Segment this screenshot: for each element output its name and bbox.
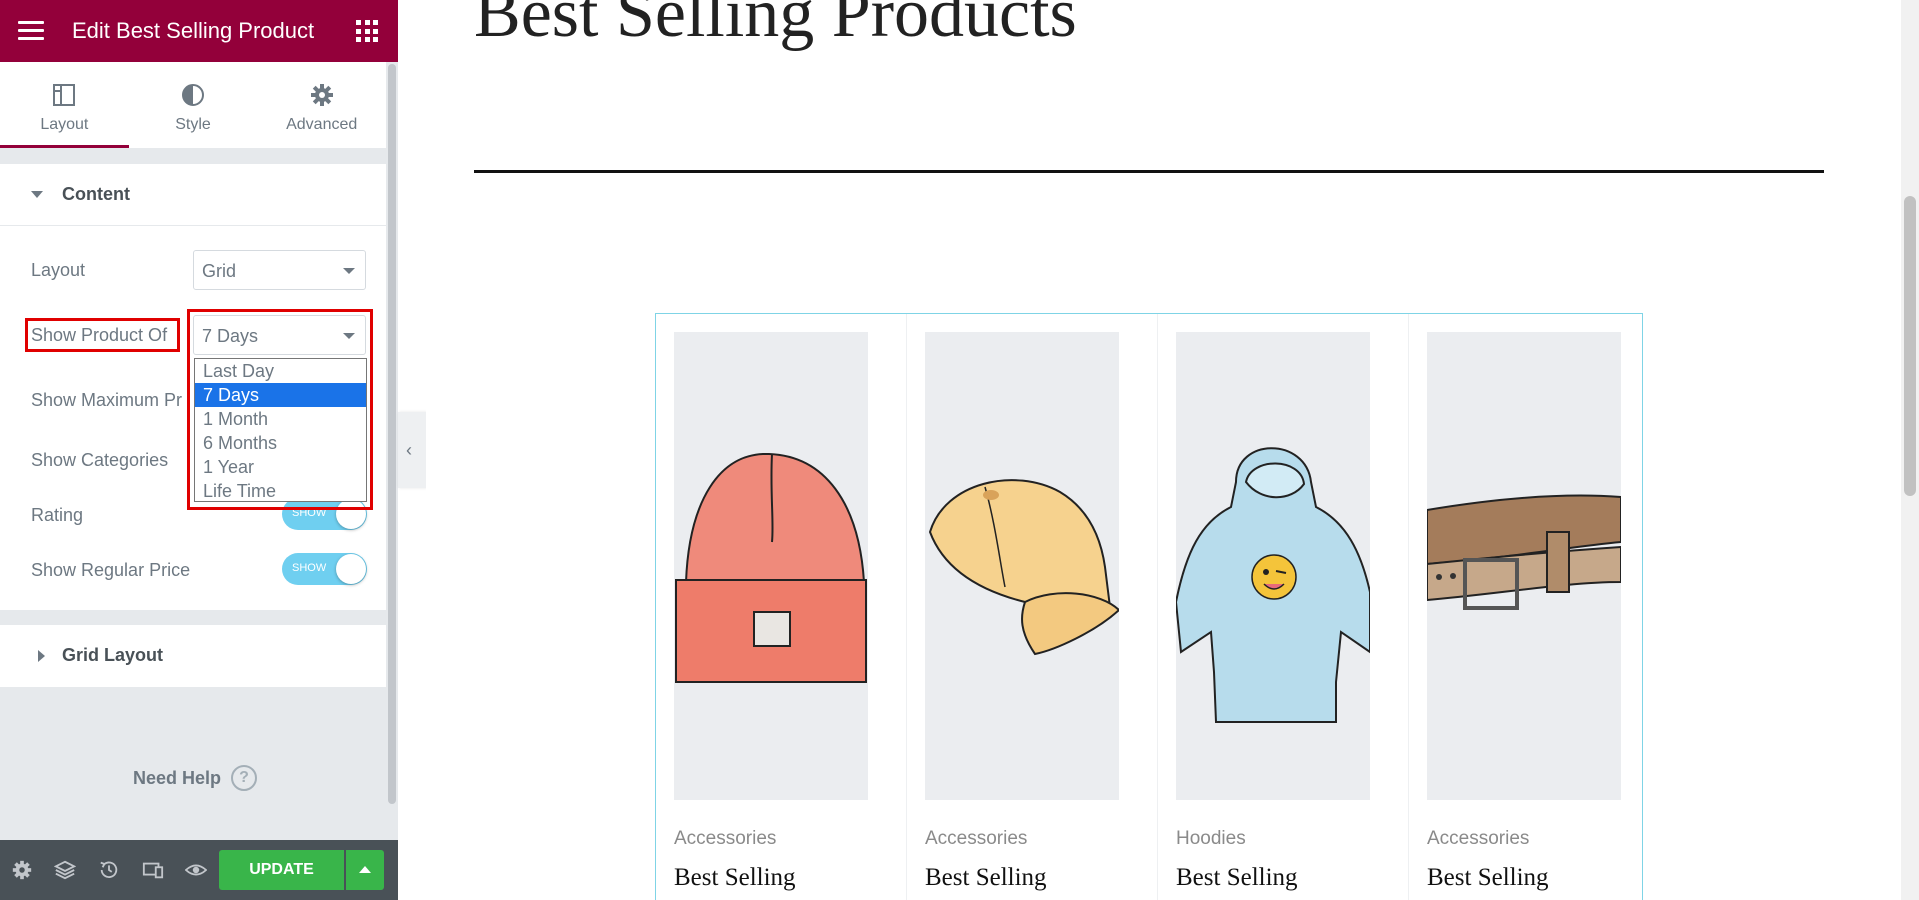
product-card[interactable]: Accessories Best Selling	[1409, 314, 1659, 900]
panel-footer: UPDATE	[0, 840, 398, 900]
layout-select-value: Grid	[202, 261, 237, 281]
layout-icon	[0, 80, 129, 110]
rating-label: Rating	[31, 505, 84, 525]
page-heading: Best Selling Products	[474, 0, 1077, 52]
product-card[interactable]: Hoodies Best Selling	[1158, 314, 1408, 900]
product-name[interactable]: Best Selling	[1427, 864, 1549, 892]
option-1-month[interactable]: 1 Month	[195, 407, 366, 431]
show-product-of-options[interactable]: Last Day 7 Days 1 Month 6 Months 1 Year …	[194, 358, 367, 502]
need-help-label: Need Help	[133, 767, 222, 788]
layers-icon[interactable]	[53, 859, 77, 881]
page-preview: Best Selling Products Accessories Best S…	[426, 0, 1901, 900]
update-button[interactable]: UPDATE	[219, 850, 344, 890]
product-category: Accessories	[674, 828, 777, 849]
tab-style[interactable]: Style	[129, 62, 258, 148]
settings-gear-icon[interactable]	[11, 859, 33, 881]
product-category: Accessories	[925, 828, 1028, 849]
option-6-months[interactable]: 6 Months	[195, 431, 366, 455]
show-regular-price-label: Show Regular Price	[31, 560, 191, 580]
panel-header: Edit Best Selling Product	[0, 0, 398, 62]
tab-label: Layout	[40, 116, 89, 133]
product-name[interactable]: Best Selling	[925, 864, 1047, 892]
gear-icon	[257, 80, 386, 110]
update-options-button[interactable]	[346, 850, 384, 890]
grid-layout-section-header[interactable]: Grid Layout	[0, 625, 386, 687]
product-category: Hoodies	[1176, 828, 1246, 849]
contrast-icon	[129, 80, 258, 110]
chevron-down-icon	[343, 268, 355, 274]
toggle-text: SHOW	[292, 562, 327, 574]
panel-scrollbar[interactable]	[386, 62, 398, 840]
product-image-beanie[interactable]	[674, 332, 868, 800]
help-icon: ?	[231, 765, 258, 791]
scrollbar-thumb[interactable]	[1904, 196, 1916, 496]
divider	[474, 170, 1824, 173]
product-card[interactable]: Accessories Best Selling	[656, 314, 906, 900]
widgets-grid-icon[interactable]	[356, 20, 378, 42]
best-selling-products-widget[interactable]: Accessories Best Selling Accessories Bes…	[655, 313, 1643, 900]
preview-eye-icon[interactable]	[184, 859, 208, 881]
tab-label: Style	[175, 116, 211, 133]
show-categories-label: Show Categories	[31, 450, 169, 470]
hamburger-menu-icon[interactable]	[18, 21, 44, 41]
option-life-time[interactable]: Life Time	[195, 479, 366, 503]
regular-price-toggle[interactable]: SHOW	[282, 553, 367, 585]
option-1-year[interactable]: 1 Year	[195, 455, 366, 479]
section-title: Grid Layout	[62, 645, 164, 665]
collapse-panel-button[interactable]: ‹	[398, 412, 426, 488]
layout-select[interactable]: Grid	[193, 250, 366, 290]
product-card[interactable]: Accessories Best Selling	[907, 314, 1157, 900]
tab-label: Advanced	[286, 116, 358, 133]
toggle-knob	[336, 554, 366, 584]
product-category: Accessories	[1427, 828, 1530, 849]
product-image-belt[interactable]	[1427, 332, 1621, 800]
option-last-day[interactable]: Last Day	[195, 359, 366, 383]
tab-layout[interactable]: Layout	[0, 62, 129, 148]
panel-tabs: Layout Style Advanced	[0, 62, 386, 148]
tab-advanced[interactable]: Advanced	[257, 62, 386, 148]
product-image-cap[interactable]	[925, 332, 1119, 800]
section-title: Content	[62, 184, 130, 204]
show-maximum-label: Show Maximum Pr	[31, 390, 183, 410]
highlight-box-label	[25, 318, 180, 352]
product-name[interactable]: Best Selling	[1176, 864, 1298, 892]
need-help-link[interactable]: Need Help ?	[133, 765, 258, 791]
product-name[interactable]: Best Selling	[674, 864, 796, 892]
history-icon[interactable]	[98, 859, 120, 881]
option-7-days[interactable]: 7 Days	[195, 383, 366, 407]
caret-right-icon	[38, 650, 45, 662]
chevron-left-icon: ‹	[406, 440, 412, 460]
panel-title: Edit Best Selling Product	[72, 18, 315, 43]
product-image-hoodie[interactable]	[1176, 332, 1370, 800]
caret-down-icon	[31, 191, 43, 198]
layout-label: Layout	[31, 260, 86, 280]
responsive-mode-icon[interactable]	[142, 859, 164, 881]
content-section-header[interactable]: Content	[0, 164, 386, 226]
editor-panel: Edit Best Selling Product Layout Style A…	[0, 0, 398, 900]
page-scrollbar[interactable]	[1901, 0, 1919, 900]
